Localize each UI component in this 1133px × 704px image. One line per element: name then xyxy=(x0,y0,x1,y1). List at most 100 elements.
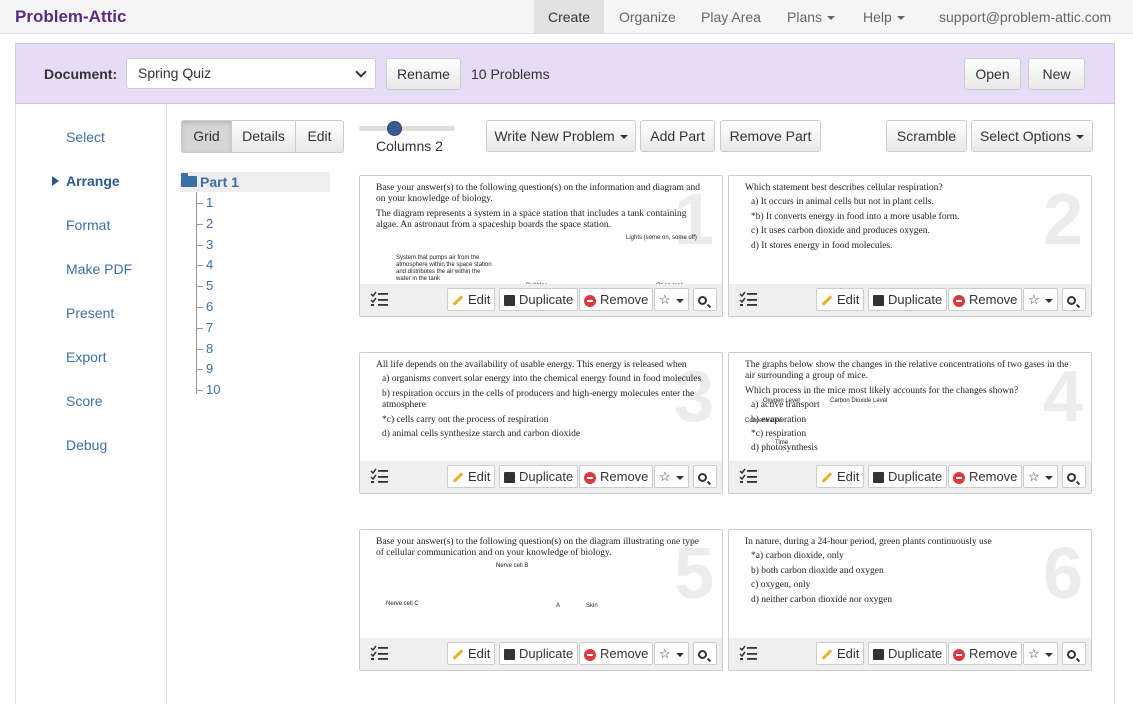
tree-part-1[interactable]: Part 1 xyxy=(180,172,330,192)
preview-button[interactable] xyxy=(693,465,717,488)
star-icon: ☆ xyxy=(1028,646,1040,661)
duplicate-button[interactable]: Duplicate xyxy=(499,465,579,488)
remove-button[interactable]: Remove xyxy=(579,288,654,311)
top-navbar: Problem-Attic Create Organize Play Area … xyxy=(0,0,1133,55)
nav-create[interactable]: Create xyxy=(534,0,605,33)
remove-label: Remove xyxy=(969,646,1018,661)
remove-button[interactable]: Remove xyxy=(948,642,1023,665)
figure-label: Concentration xyxy=(745,417,783,424)
problem-card[interactable]: 4 The graphs below show the changes in th… xyxy=(728,352,1092,494)
star-icon: ☆ xyxy=(1028,292,1040,307)
duplicate-button[interactable]: Duplicate xyxy=(868,465,948,488)
rating-button[interactable]: ☆ xyxy=(1023,642,1058,665)
card-footer: Edit Duplicate Remove ☆ xyxy=(360,461,722,493)
sidebar-item-present[interactable]: Present xyxy=(66,305,114,321)
document-select[interactable]: Spring Quiz xyxy=(126,58,376,89)
remove-button[interactable]: Remove xyxy=(579,465,654,488)
duplicate-button[interactable]: Duplicate xyxy=(499,642,579,665)
rating-button[interactable]: ☆ xyxy=(1023,288,1058,311)
pencil-icon xyxy=(452,472,464,483)
nav-play-area[interactable]: Play Area xyxy=(687,0,775,33)
preview-button[interactable] xyxy=(1062,288,1086,311)
tree-item[interactable]: 8 xyxy=(196,341,213,356)
view-details-button[interactable]: Details xyxy=(231,120,296,153)
nav-help[interactable]: Help xyxy=(849,0,919,33)
problem-card[interactable]: 6 In nature, during a 24-hour period, gre… xyxy=(728,529,1092,671)
sidebar-item-export[interactable]: Export xyxy=(66,349,106,365)
sidebar-item-select[interactable]: Select xyxy=(66,129,105,145)
edit-button[interactable]: Edit xyxy=(816,642,865,665)
sidebar-item-format[interactable]: Format xyxy=(66,217,110,233)
duplicate-button[interactable]: Duplicate xyxy=(868,288,948,311)
sidebar-item-arrange[interactable]: Arrange xyxy=(52,173,120,189)
tree-item[interactable]: 4 xyxy=(196,257,213,272)
remove-button[interactable]: Remove xyxy=(948,465,1023,488)
list-check-icon[interactable] xyxy=(739,291,757,307)
document-select-value: Spring Quiz xyxy=(138,65,212,81)
open-button[interactable]: Open xyxy=(964,58,1021,90)
remove-part-button[interactable]: Remove Part xyxy=(720,120,821,152)
problem-card[interactable]: 5 Base your answer(s) to the following qu… xyxy=(359,529,723,671)
view-grid-button[interactable]: Grid xyxy=(181,120,232,153)
star-icon: ☆ xyxy=(1028,469,1040,484)
nav-plans-label: Plans xyxy=(787,9,823,25)
edit-button[interactable]: Edit xyxy=(447,288,496,311)
write-new-problem-button[interactable]: Write New Problem xyxy=(486,120,636,152)
columns-slider[interactable] xyxy=(359,121,455,136)
problem-text: All life depends on the availability of … xyxy=(376,360,687,370)
sidebar-item-score[interactable]: Score xyxy=(66,393,103,409)
add-part-button[interactable]: Add Part xyxy=(640,120,715,152)
new-button[interactable]: New xyxy=(1028,58,1085,90)
preview-button[interactable] xyxy=(693,288,717,311)
edit-button[interactable]: Edit xyxy=(816,465,865,488)
nav-plans[interactable]: Plans xyxy=(773,0,849,33)
preview-button[interactable] xyxy=(1062,642,1086,665)
tree-item[interactable]: 6 xyxy=(196,299,213,314)
pencil-icon xyxy=(821,472,833,483)
tree-item[interactable]: 5 xyxy=(196,278,213,293)
view-edit-button[interactable]: Edit xyxy=(295,120,344,153)
list-check-icon[interactable] xyxy=(370,468,388,484)
tree-item[interactable]: 9 xyxy=(196,361,213,376)
edit-button[interactable]: Edit xyxy=(447,642,496,665)
duplicate-button[interactable]: Duplicate xyxy=(868,642,948,665)
list-check-icon[interactable] xyxy=(739,645,757,661)
slider-handle[interactable] xyxy=(387,121,402,136)
tree-item[interactable]: 7 xyxy=(196,320,213,335)
select-options-button[interactable]: Select Options xyxy=(971,120,1093,152)
tree-item[interactable]: 10 xyxy=(196,382,220,397)
edit-button[interactable]: Edit xyxy=(447,465,496,488)
edit-button[interactable]: Edit xyxy=(816,288,865,311)
pencil-icon xyxy=(452,295,464,306)
nav-account[interactable]: support@problem-attic.com xyxy=(925,0,1133,55)
preview-button[interactable] xyxy=(1062,465,1086,488)
rating-button[interactable]: ☆ xyxy=(654,465,689,488)
rating-button[interactable]: ☆ xyxy=(654,642,689,665)
sidebar-item-make-pdf[interactable]: Make PDF xyxy=(66,261,132,277)
brand-logo[interactable]: Problem-Attic xyxy=(15,7,126,27)
star-icon: ☆ xyxy=(659,646,671,661)
rating-button[interactable]: ☆ xyxy=(1023,465,1058,488)
problem-card[interactable]: 2 Which statement best describes cellular… xyxy=(728,175,1092,317)
problem-card[interactable]: 3 All life depends on the availability of… xyxy=(359,352,723,494)
problem-card[interactable]: 1 Base your answer(s) to the following qu… xyxy=(359,175,723,317)
edit-label: Edit xyxy=(468,292,491,307)
problem-content: Which statement best describes cellular … xyxy=(745,183,1075,255)
rating-button[interactable]: ☆ xyxy=(654,288,689,311)
tree-item[interactable]: 1 xyxy=(196,195,213,210)
duplicate-button[interactable]: Duplicate xyxy=(499,288,579,311)
rename-button[interactable]: Rename xyxy=(386,58,461,90)
scramble-button[interactable]: Scramble xyxy=(886,120,967,152)
list-check-icon[interactable] xyxy=(370,645,388,661)
tree-item[interactable]: 2 xyxy=(196,216,213,231)
remove-button[interactable]: Remove xyxy=(948,288,1023,311)
list-check-icon[interactable] xyxy=(739,468,757,484)
problem-text: d) photosynthesis xyxy=(751,443,818,454)
list-check-icon[interactable] xyxy=(370,291,388,307)
preview-button[interactable] xyxy=(693,642,717,665)
problem-text: *a) carbon dioxide, only xyxy=(751,551,844,562)
remove-button[interactable]: Remove xyxy=(579,642,654,665)
nav-organize[interactable]: Organize xyxy=(605,0,690,33)
sidebar-item-debug[interactable]: Debug xyxy=(66,437,107,453)
tree-item[interactable]: 3 xyxy=(196,237,213,252)
